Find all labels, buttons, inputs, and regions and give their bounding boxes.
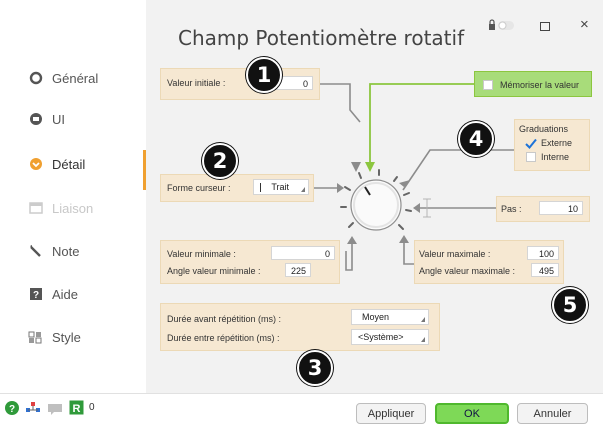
apply-button[interactable]: Appliquer [356,403,426,424]
min-angle-field[interactable]: 225 [285,263,311,277]
cursor-shape-dropdown[interactable]: Trait [253,179,309,195]
min-angle-label: Angle valeur minimale : [167,266,261,276]
max-angle-label: Angle valeur maximale : [419,266,516,276]
initial-value-label: Valeur initiale : [167,78,226,88]
connector-graduations [402,149,514,191]
footer-bar: ? R 0 Appliquer OK Annuler [0,393,603,424]
badge-1: 1 [246,57,282,93]
min-value-field[interactable]: 0 [271,246,335,260]
repeat-between-value: <Système> [358,332,404,342]
line-cursor-icon [260,183,261,193]
dropdown-arrow-icon [421,337,425,342]
badge-4: 4 [458,121,494,157]
footer-count: 0 [89,402,95,413]
connector-memorize [369,83,474,168]
report-icon[interactable]: R [69,400,84,420]
cursor-shape-label: Forme curseur : [167,183,231,193]
graduations-externe-label: Externe [541,138,573,148]
connector-initial [318,83,361,123]
repeat-before-label: Durée avant répétition (ms) : [167,314,282,324]
window: Général UI Détail Liaison Note ? Aide St… [0,0,603,424]
max-value-label: Valeur maximale : [419,249,491,259]
repeat-before-dropdown[interactable]: Moyen [351,309,429,325]
max-angle-field[interactable]: 495 [531,263,559,277]
rotary-knob[interactable] [335,165,415,245]
cursor-shape-panel: Forme curseur : Trait [160,174,314,202]
svg-text:?: ? [9,404,15,415]
badge-2: 2 [202,143,238,179]
connector-min [345,244,353,271]
initial-value-panel: Valeur initiale : 0 [160,68,320,100]
graduations-title: Graduations [519,124,569,134]
memorize-label: Mémoriser la valeur [500,80,580,90]
max-value-panel: Valeur maximale : 100 Angle valeur maxim… [414,240,564,284]
badge-5: 5 [552,287,588,323]
memorize-panel[interactable]: Mémoriser la valeur [474,71,592,97]
step-label: Pas : [501,204,522,214]
step-panel: Pas : 10 [496,196,590,222]
comment-icon[interactable] [47,402,63,420]
ok-button[interactable]: OK [435,403,509,424]
max-value-field[interactable]: 100 [527,246,559,260]
dropdown-arrow-icon [301,187,305,192]
graduations-panel: Graduations Externe Interne [514,119,590,171]
layout-icon[interactable] [25,401,41,420]
repeat-between-label: Durée entre répétition (ms) : [167,333,280,343]
cursor-shape-value: Trait [271,182,290,192]
repeat-between-dropdown[interactable]: <Système> [351,329,429,345]
repeat-before-value: Moyen [362,312,390,322]
dropdown-arrow-icon [421,317,425,322]
graduations-interne-label: Interne [541,152,570,162]
svg-text:R: R [73,403,81,415]
min-value-panel: Valeur minimale : 0 Angle valeur minimal… [160,240,340,284]
repeat-panel: Durée avant répétition (ms) : Moyen Duré… [160,303,440,351]
min-value-label: Valeur minimale : [167,249,236,259]
help-circle-icon[interactable]: ? [5,401,19,420]
step-field[interactable]: 10 [539,201,583,215]
memorize-checkbox[interactable] [483,80,493,90]
badge-3: 3 [297,350,333,386]
graduations-interne-checkbox[interactable] [526,152,536,162]
cancel-button[interactable]: Annuler [517,403,588,424]
